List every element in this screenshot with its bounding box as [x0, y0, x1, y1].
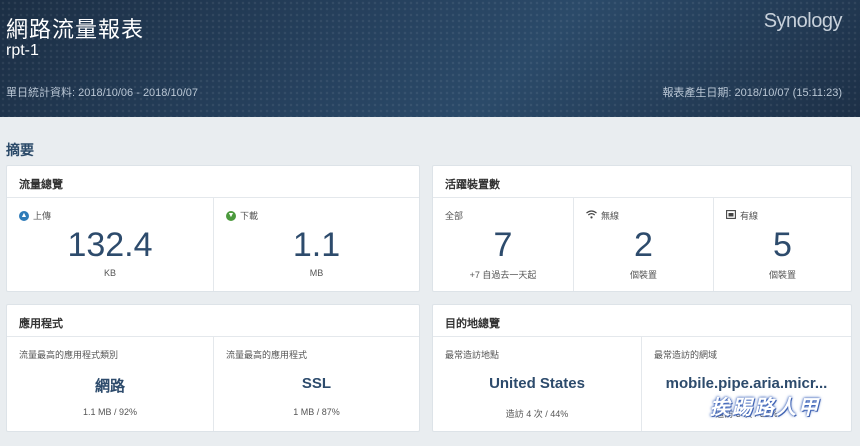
- upload-cell: ▲ 上傳 132.4 KB: [7, 198, 213, 291]
- devices-wired-label: 有線: [726, 209, 758, 222]
- traffic-card-title: 流量總覽: [7, 166, 419, 198]
- upload-label-text: 上傳: [33, 211, 52, 221]
- download-label-text: 下載: [240, 211, 259, 221]
- devices-wired-cell: 有線 5 個裝置: [713, 198, 851, 291]
- apps-card: 應用程式 流量最高的應用程式類別 網路 1.1 MB / 92% 流量最高的應用…: [6, 304, 420, 432]
- wifi-icon: [586, 209, 597, 222]
- date-range: 單日統計資料: 2018/10/06 - 2018/10/07: [6, 87, 198, 99]
- devices-wireless-cell: 無線 2 個裝置: [573, 198, 713, 291]
- app-category-value: 網路: [94, 378, 125, 395]
- top-app-value: SSL: [301, 375, 332, 392]
- top-app-sub: 1 MB / 87%: [293, 407, 340, 417]
- upload-label: ▲ 上傳: [19, 209, 51, 222]
- app-category-cell: 流量最高的應用程式類別 網路 1.1 MB / 92%: [7, 337, 213, 431]
- upload-value: 132.4: [67, 226, 153, 264]
- top-app-cell: 流量最高的應用程式 SSL 1 MB / 87%: [213, 337, 419, 431]
- traffic-card: 流量總覽 ▲ 上傳 132.4 KB ▼ 下載 1.1 MB: [6, 165, 420, 292]
- devices-all-cell: 全部 7 +7 自過去一天起: [433, 198, 573, 291]
- download-arrow-icon: ▼: [226, 210, 236, 221]
- report-subtitle: rpt-1: [6, 42, 39, 59]
- upload-unit: KB: [103, 268, 116, 278]
- watermark-text: 挨踢路人甲: [710, 395, 820, 419]
- devices-all-label: 全部: [445, 211, 464, 221]
- devices-card-title: 活躍裝置數: [433, 166, 851, 198]
- devices-wired-value: 5: [773, 226, 792, 264]
- download-unit: MB: [309, 268, 324, 278]
- app-category-sub: 1.1 MB / 92%: [82, 407, 138, 417]
- top-location-sub: 造訪 4 次 / 44%: [505, 409, 569, 419]
- top-domain-value: mobile.pipe.aria.micr...: [665, 375, 828, 392]
- devices-wireless-sub: 個裝置: [629, 270, 657, 280]
- download-value: 1.1: [292, 226, 341, 264]
- destinations-card-title: 目的地總覽: [433, 305, 851, 337]
- top-location-value: United States: [489, 375, 585, 392]
- devices-all-value: 7: [493, 226, 513, 264]
- top-location-label: 最常造訪地點: [445, 350, 500, 360]
- report-title: 網路流量報表: [6, 17, 145, 42]
- devices-wireless-label: 無線: [586, 209, 619, 222]
- wired-label-text: 有線: [740, 211, 759, 221]
- top-location-cell: 最常造訪地點 United States 造訪 4 次 / 44%: [433, 337, 641, 431]
- devices-wired-sub: 個裝置: [768, 270, 796, 280]
- summary-title: 摘要: [6, 142, 34, 158]
- app-category-label: 流量最高的應用程式類別: [19, 350, 119, 360]
- generated-date: 報表產生日期: 2018/10/07 (15:11:23): [662, 87, 842, 99]
- ethernet-icon: [726, 210, 736, 221]
- devices-card: 活躍裝置數 全部 7 +7 自過去一天起 無線 2 個裝置 有線 5 個裝置: [432, 165, 852, 292]
- devices-wireless-value: 2: [634, 226, 653, 264]
- synology-logo: Synology: [763, 10, 843, 33]
- top-domain-label: 最常造訪的網域: [654, 350, 718, 360]
- download-label: ▼ 下載: [226, 209, 258, 222]
- devices-all-sub: +7 自過去一天起: [469, 270, 537, 280]
- logo-text: Synology: [763, 10, 843, 32]
- wireless-label-text: 無線: [601, 211, 620, 221]
- apps-card-title: 應用程式: [7, 305, 419, 337]
- report-header: 網路流量報表 rpt-1 單日統計資料: 2018/10/06 - 2018/1…: [0, 0, 860, 117]
- upload-arrow-icon: ▲: [19, 210, 29, 221]
- top-app-label: 流量最高的應用程式: [226, 350, 308, 360]
- download-cell: ▼ 下載 1.1 MB: [213, 198, 419, 291]
